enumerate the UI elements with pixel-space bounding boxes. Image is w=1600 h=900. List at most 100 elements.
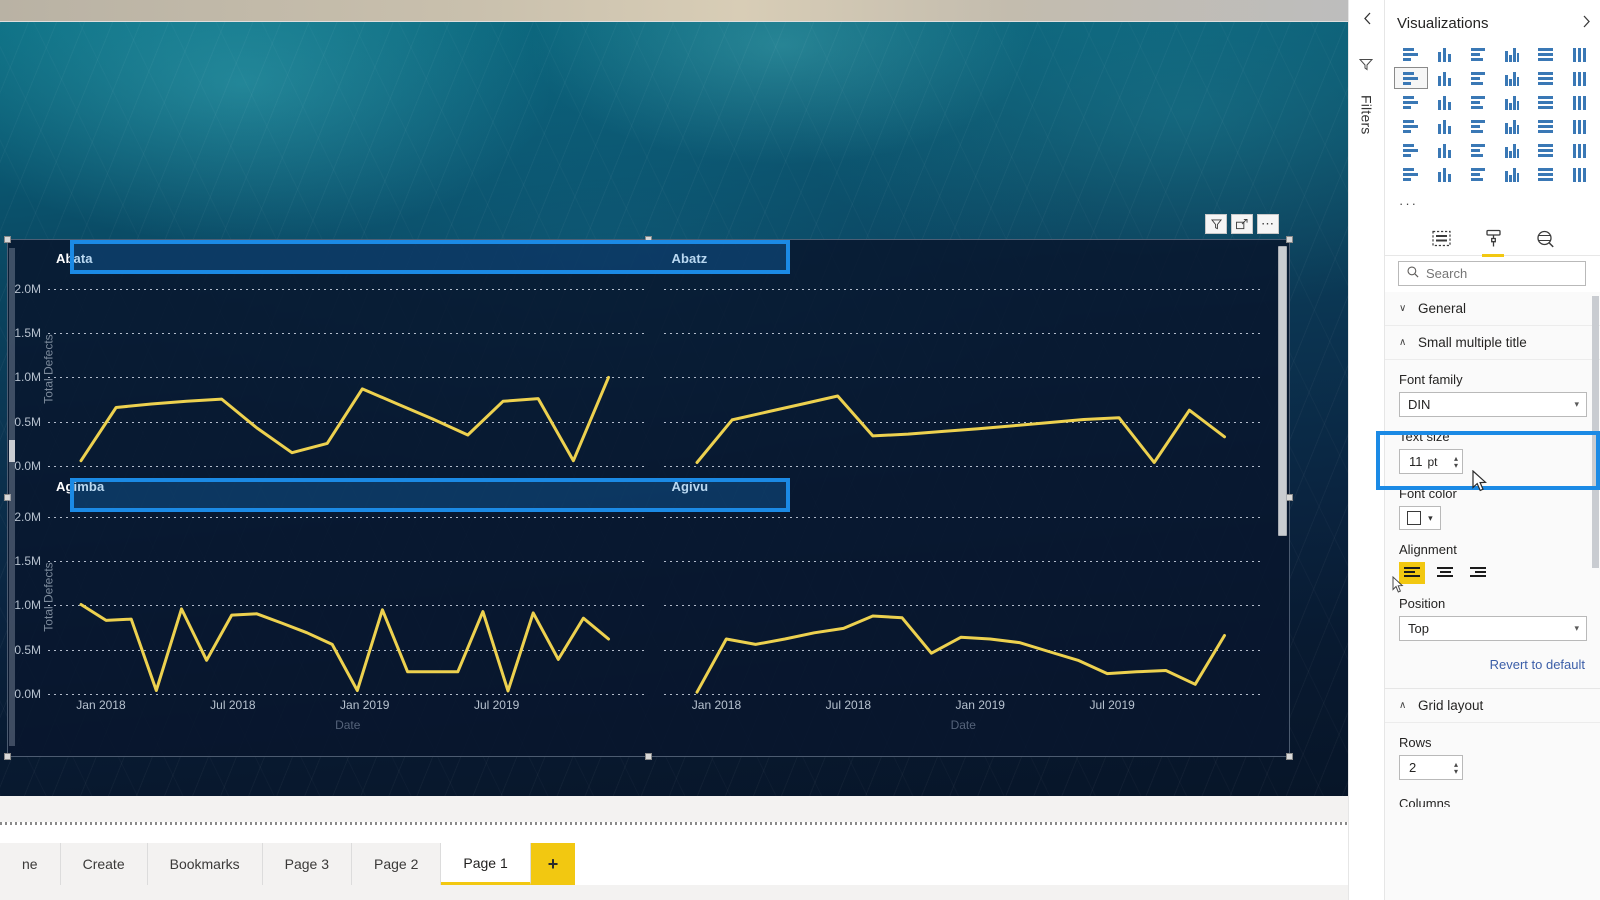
pane-tab-strip[interactable]: [1385, 222, 1600, 257]
filter-funnel-icon[interactable]: [1205, 214, 1227, 234]
ribbon-chart-icon[interactable]: [1563, 68, 1595, 88]
card-icon[interactable]: [1563, 116, 1595, 136]
spinner-down-icon[interactable]: ▾: [1454, 461, 1458, 469]
resize-handle-middle-right[interactable]: [1286, 494, 1293, 501]
resize-handle-top-center[interactable]: [644, 236, 652, 243]
page-tab-page-3[interactable]: Page 3: [262, 843, 353, 885]
scatter-chart-icon[interactable]: [1462, 92, 1494, 112]
spinner-down-icon[interactable]: ▾: [1454, 767, 1458, 775]
resize-handle-bottom-center[interactable]: [644, 753, 652, 760]
clustered-bar-chart-icon[interactable]: [1462, 44, 1494, 64]
shape-map-icon[interactable]: [1462, 116, 1494, 136]
funnel-chart-icon[interactable]: [1429, 92, 1461, 112]
fields-tab[interactable]: [1428, 226, 1454, 252]
filter-funnel-icon[interactable]: [1358, 58, 1374, 76]
visual-type-gallery[interactable]: [1394, 44, 1595, 184]
100-stacked-bar-chart-icon[interactable]: [1530, 44, 1562, 64]
report-canvas[interactable]: ⋯ Abata 0.0M 0.5M 1.0M 1.5M 2.0M Total Defects…: [0, 0, 1348, 822]
page-tab-create[interactable]: Create: [60, 843, 148, 885]
search-input[interactable]: [1426, 266, 1566, 281]
small-multiple-panel[interactable]: Agimba 0.0M 0.5M 1.0M 1.5M 2.0M Total Defects J…: [14, 474, 648, 732]
format-pane-scrollbar[interactable]: [1592, 296, 1599, 568]
multi-row-card-icon[interactable]: [1395, 140, 1427, 160]
visual-left-scrollbar[interactable]: [9, 248, 15, 746]
smart-narrative-icon[interactable]: [1530, 164, 1562, 184]
matrix-icon[interactable]: [1530, 140, 1562, 160]
section-small-multiple-title[interactable]: ∧ Small multiple title: [1385, 326, 1600, 360]
page-tab-ne[interactable]: ne: [0, 843, 61, 885]
q-and-a-icon[interactable]: [1496, 164, 1528, 184]
small-multiple-panel[interactable]: Agivu Jan 2018 Jul 2018 Jan 2019 Jul 2019 Dat…: [663, 474, 1264, 732]
visual-vertical-scrollbar[interactable]: [1278, 246, 1287, 536]
alignment-button-group[interactable]: [1399, 562, 1587, 584]
small-multiple-panel[interactable]: Abata 0.0M 0.5M 1.0M 1.5M 2.0M Total Defects: [14, 246, 648, 473]
azure-map-icon[interactable]: [1496, 116, 1528, 136]
format-tab[interactable]: [1480, 226, 1506, 257]
small-multiples-line-chart-visual[interactable]: ⋯ Abata 0.0M 0.5M 1.0M 1.5M 2.0M Total Defects…: [4, 214, 1293, 760]
clustered-column-chart-icon[interactable]: [1496, 44, 1528, 64]
line-series[interactable]: [48, 271, 648, 466]
donut-chart-icon[interactable]: [1530, 92, 1562, 112]
100-stacked-column-chart-icon[interactable]: [1563, 44, 1595, 64]
revert-to-default-link[interactable]: Revert to default: [1385, 641, 1600, 672]
align-right-icon[interactable]: [1465, 562, 1491, 584]
ellipsis-icon[interactable]: ···: [1399, 196, 1418, 211]
page-tabs[interactable]: ne Create Bookmarks Page 3 Page 2 Page 1 +: [0, 843, 576, 885]
rows-spinner-arrows[interactable]: ▴ ▾: [1454, 760, 1458, 775]
add-page-button[interactable]: +: [530, 843, 576, 885]
area-chart-icon[interactable]: [1429, 68, 1461, 88]
text-size-stepper[interactable]: 11 pt ▴ ▾: [1399, 449, 1463, 474]
focus-mode-icon[interactable]: [1231, 214, 1253, 234]
format-pane-body[interactable]: ∨ General ∧ Small multiple title Font fa…: [1385, 292, 1600, 900]
treemap-icon[interactable]: [1563, 92, 1595, 112]
page-tab-bookmarks[interactable]: Bookmarks: [147, 843, 263, 885]
chevron-left-icon[interactable]: [1357, 8, 1377, 28]
page-tab-bar[interactable]: ne Create Bookmarks Page 3 Page 2 Page 1 +: [0, 822, 1348, 900]
line-clustered-column-chart-icon[interactable]: [1530, 68, 1562, 88]
paginated-report-icon[interactable]: [1563, 164, 1595, 184]
gauge-icon[interactable]: [1530, 116, 1562, 136]
resize-handle-bottom-left[interactable]: [4, 753, 11, 760]
stacked-column-chart-icon[interactable]: [1429, 44, 1461, 64]
kpi-icon[interactable]: [1429, 140, 1461, 160]
map-icon[interactable]: [1395, 116, 1427, 136]
key-influencers-icon[interactable]: [1429, 164, 1461, 184]
page-tab-page-2[interactable]: Page 2: [352, 843, 442, 885]
r-script-visual-icon[interactable]: [1563, 140, 1595, 160]
resize-handle-top-right[interactable]: [1286, 236, 1293, 243]
section-grid-layout[interactable]: ∧ Grid layout: [1385, 689, 1600, 723]
line-series[interactable]: [48, 499, 648, 694]
line-series[interactable]: [664, 499, 1264, 694]
align-left-icon[interactable]: [1399, 562, 1425, 584]
chevron-right-icon[interactable]: [1582, 15, 1591, 31]
visualizations-pane[interactable]: Visualizations ··· Search ∨ General ∧ Sm…: [1384, 0, 1600, 900]
decomposition-tree-icon[interactable]: [1462, 164, 1494, 184]
table-icon[interactable]: [1496, 140, 1528, 160]
rows-stepper[interactable]: 2 ▴ ▾: [1399, 755, 1463, 780]
waterfall-chart-icon[interactable]: [1395, 92, 1427, 112]
section-general[interactable]: ∨ General: [1385, 292, 1600, 326]
filters-pane-collapsed[interactable]: Filters: [1348, 0, 1384, 900]
small-multiple-panel[interactable]: Abatz: [663, 246, 1264, 467]
stacked-bar-chart-icon[interactable]: [1395, 44, 1427, 64]
filled-map-icon[interactable]: [1429, 116, 1461, 136]
slicer-icon[interactable]: [1462, 140, 1494, 160]
visual-header-toolbar[interactable]: ⋯: [1205, 214, 1279, 234]
line-chart-icon[interactable]: [1394, 67, 1428, 89]
more-options-icon[interactable]: ⋯: [1257, 214, 1279, 234]
python-visual-icon[interactable]: [1395, 164, 1427, 184]
line-series[interactable]: [664, 271, 1264, 466]
text-size-spinner-arrows[interactable]: ▴ ▾: [1454, 454, 1458, 469]
analytics-tab[interactable]: [1532, 226, 1558, 252]
stacked-area-chart-icon[interactable]: [1462, 68, 1494, 88]
font-color-picker[interactable]: ▾: [1399, 506, 1441, 530]
format-search-box[interactable]: [1398, 261, 1586, 286]
line-stacked-column-chart-icon[interactable]: [1496, 68, 1528, 88]
page-tab-page-1[interactable]: Page 1: [441, 843, 531, 885]
pie-chart-icon[interactable]: [1496, 92, 1528, 112]
resize-handle-top-left[interactable]: [4, 236, 11, 243]
align-center-icon[interactable]: [1432, 562, 1458, 584]
resize-handle-bottom-right[interactable]: [1286, 753, 1293, 760]
position-dropdown[interactable]: Top ▾: [1399, 616, 1587, 641]
font-family-dropdown[interactable]: DIN ▾: [1399, 392, 1587, 417]
